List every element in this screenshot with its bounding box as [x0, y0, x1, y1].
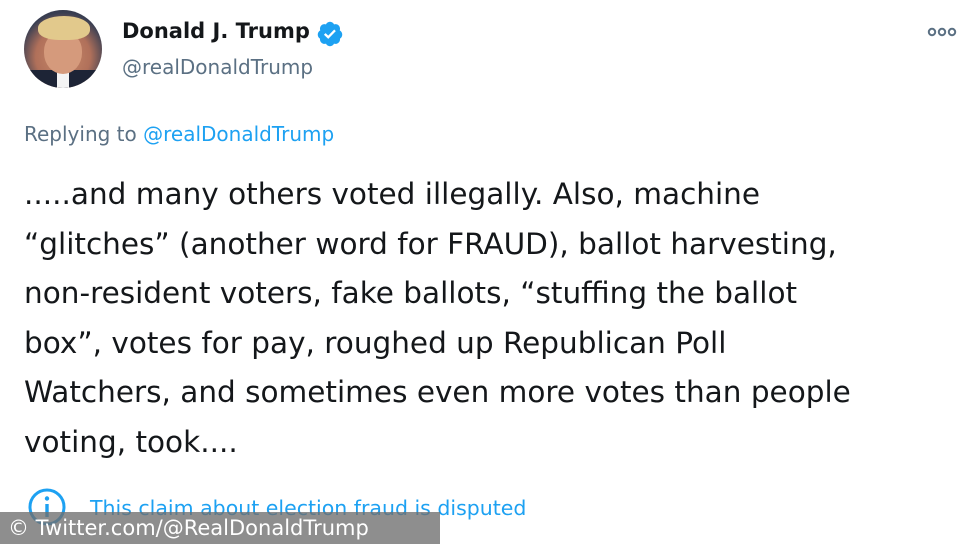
tweet-text-line: voting, took....	[24, 424, 238, 459]
tweet-text: .....and many others voted illegally. Al…	[24, 170, 954, 467]
copyright-watermark: © Twitter.com/@RealDonaldTrump	[0, 512, 440, 544]
tweet-text-line: box”, votes for pay, roughed up Republic…	[24, 325, 727, 360]
verified-badge-icon	[317, 21, 343, 47]
tweet-text-line: Watchers, and sometimes even more votes …	[24, 375, 851, 409]
author-handle[interactable]: @realDonaldTrump	[122, 55, 313, 79]
replying-to: Replying to @realDonaldTrump	[24, 122, 334, 146]
avatar-hair	[38, 16, 90, 40]
tweet-text-line: .....and many others voted illegally. Al…	[24, 177, 761, 211]
avatar[interactable]	[24, 10, 102, 88]
tweet-card: Donald J. Trump @realDonaldTrump Replyin…	[0, 0, 980, 544]
author-name[interactable]: Donald J. Trump	[122, 19, 310, 43]
watermark-text: © Twitter.com/@RealDonaldTrump	[8, 516, 369, 540]
more-options-icon[interactable]	[925, 24, 959, 40]
tweet-text-line: “glitches” (another word for FRAUD), bal…	[24, 226, 837, 261]
replying-to-label: Replying to	[24, 122, 137, 146]
reply-mention-link[interactable]: @realDonaldTrump	[143, 122, 334, 146]
tweet-text-line: non-resident voters, fake ballots, “stuf…	[24, 276, 798, 310]
